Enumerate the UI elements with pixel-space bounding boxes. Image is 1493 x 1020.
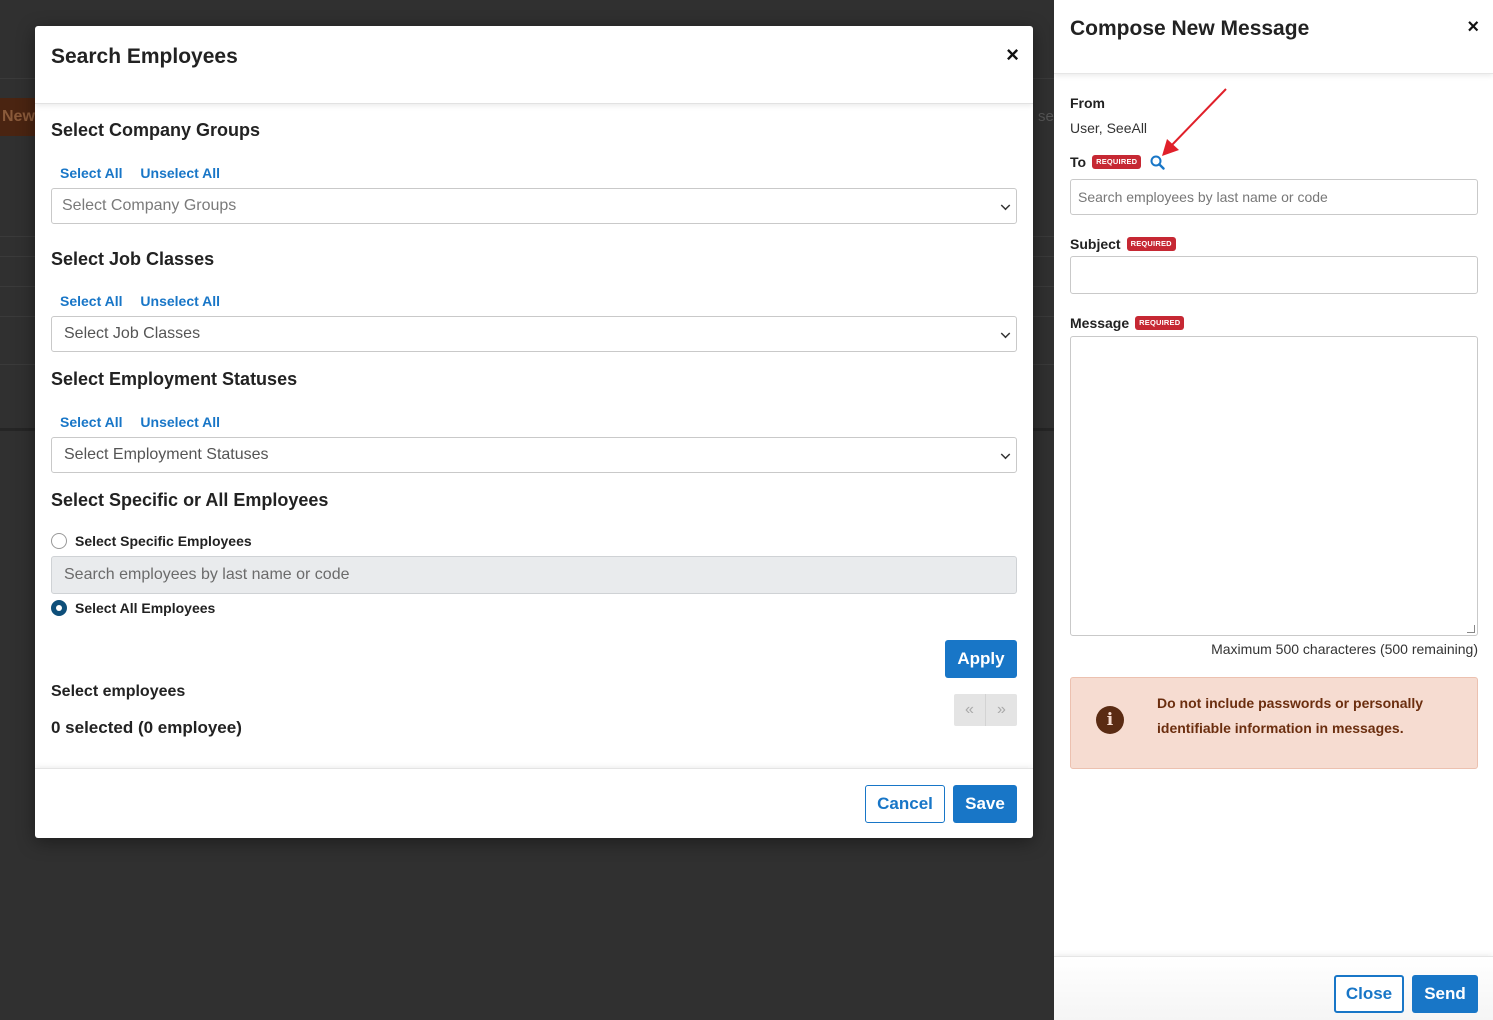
all-employees-radio[interactable] bbox=[51, 600, 67, 616]
chevron-down-icon bbox=[1000, 449, 1011, 460]
subject-input[interactable] bbox=[1070, 256, 1478, 294]
company-groups-select[interactable]: Select Company Groups bbox=[51, 188, 1017, 224]
message-textarea[interactable] bbox=[1070, 336, 1478, 636]
specific-employees-option[interactable]: Select Specific Employees bbox=[51, 533, 252, 549]
specific-employees-radio[interactable] bbox=[51, 533, 67, 549]
info-icon: i bbox=[1096, 706, 1124, 734]
job-classes-select[interactable]: Select Job Classes bbox=[51, 316, 1017, 352]
alert-text: Do not include passwords or personally i… bbox=[1157, 695, 1424, 736]
message-label-row: Message REQUIRED bbox=[1070, 315, 1185, 331]
warning-alert: i Do not include passwords or personally… bbox=[1070, 677, 1478, 769]
modal-header: Search Employees × bbox=[35, 26, 1033, 104]
to-search-input[interactable]: Search employees by last name or code bbox=[1070, 179, 1478, 215]
annotation-arrow-icon bbox=[1162, 88, 1227, 156]
employment-statuses-title: Select Employment Statuses bbox=[51, 369, 298, 389]
required-badge: REQUIRED bbox=[1092, 155, 1142, 169]
all-employees-option[interactable]: Select All Employees bbox=[51, 600, 215, 616]
close-icon[interactable]: × bbox=[1006, 44, 1019, 66]
select-employees-label: Select employees bbox=[51, 683, 186, 700]
job-classes-placeholder: Select Job Classes bbox=[64, 325, 201, 342]
specific-employees-label: Select Specific Employees bbox=[75, 533, 252, 549]
specific-or-all-title: Select Specific or All Employees bbox=[51, 490, 329, 510]
cancel-button[interactable]: Cancel bbox=[865, 785, 945, 823]
company-groups-unselect-all-link[interactable]: Unselect All bbox=[140, 165, 220, 181]
bg-text-fragment: se bbox=[1038, 108, 1054, 125]
apply-button[interactable]: Apply bbox=[945, 640, 1017, 678]
pager-next-button[interactable]: » bbox=[985, 694, 1017, 726]
send-button[interactable]: Send bbox=[1412, 975, 1478, 1013]
employee-search-input: Search employees by last name or code bbox=[51, 556, 1017, 594]
panel-header: Compose New Message × bbox=[1054, 0, 1493, 74]
to-label: To bbox=[1070, 154, 1087, 170]
employment-statuses-placeholder: Select Employment Statuses bbox=[64, 446, 269, 463]
job-classes-title: Select Job Classes bbox=[51, 249, 215, 269]
subject-label-row: Subject REQUIRED bbox=[1070, 236, 1176, 252]
character-count-hint: Maximum 500 characteres (500 remaining) bbox=[1211, 641, 1478, 657]
company-groups-links: Select All Unselect All bbox=[60, 165, 234, 181]
modal-footer: Cancel Save bbox=[35, 768, 1033, 838]
close-button[interactable]: Close bbox=[1334, 975, 1404, 1013]
selected-count: 0 selected (0 employee) bbox=[51, 718, 242, 737]
close-icon[interactable]: × bbox=[1467, 17, 1479, 37]
job-classes-links: Select All Unselect All bbox=[60, 293, 234, 309]
pagination: « » bbox=[954, 694, 1017, 726]
modal-title: Search Employees bbox=[51, 45, 238, 68]
company-groups-title: Select Company Groups bbox=[51, 120, 261, 140]
employment-statuses-unselect-all-link[interactable]: Unselect All bbox=[140, 414, 220, 430]
panel-footer: Close Send bbox=[1054, 956, 1493, 1020]
chevron-down-icon bbox=[1000, 200, 1011, 211]
employment-statuses-select[interactable]: Select Employment Statuses bbox=[51, 437, 1017, 473]
company-groups-select-all-link[interactable]: Select All bbox=[60, 165, 123, 181]
save-button[interactable]: Save bbox=[953, 785, 1017, 823]
message-label: Message bbox=[1070, 315, 1130, 331]
company-groups-placeholder: Select Company Groups bbox=[62, 197, 237, 214]
panel-title: Compose New Message bbox=[1070, 17, 1310, 40]
compose-message-panel: Compose New Message × From User, SeeAll … bbox=[1054, 0, 1493, 1020]
chevron-down-icon bbox=[1000, 328, 1011, 339]
job-classes-select-all-link[interactable]: Select All bbox=[60, 293, 123, 309]
job-classes-unselect-all-link[interactable]: Unselect All bbox=[140, 293, 220, 309]
required-badge: REQUIRED bbox=[1126, 237, 1176, 251]
required-badge: REQUIRED bbox=[1135, 316, 1185, 330]
search-employees-modal: Search Employees × Select Company Groups… bbox=[35, 26, 1033, 838]
from-label: From bbox=[1070, 95, 1105, 111]
resize-handle-icon[interactable] bbox=[1467, 625, 1475, 633]
all-employees-label: Select All Employees bbox=[75, 600, 216, 616]
employment-statuses-select-all-link[interactable]: Select All bbox=[60, 414, 123, 430]
pager-prev-button[interactable]: « bbox=[954, 694, 985, 726]
employment-statuses-links: Select All Unselect All bbox=[60, 414, 234, 430]
bg-new-button: New bbox=[0, 98, 36, 136]
subject-label: Subject bbox=[1070, 236, 1121, 252]
from-value: User, SeeAll bbox=[1070, 120, 1148, 136]
